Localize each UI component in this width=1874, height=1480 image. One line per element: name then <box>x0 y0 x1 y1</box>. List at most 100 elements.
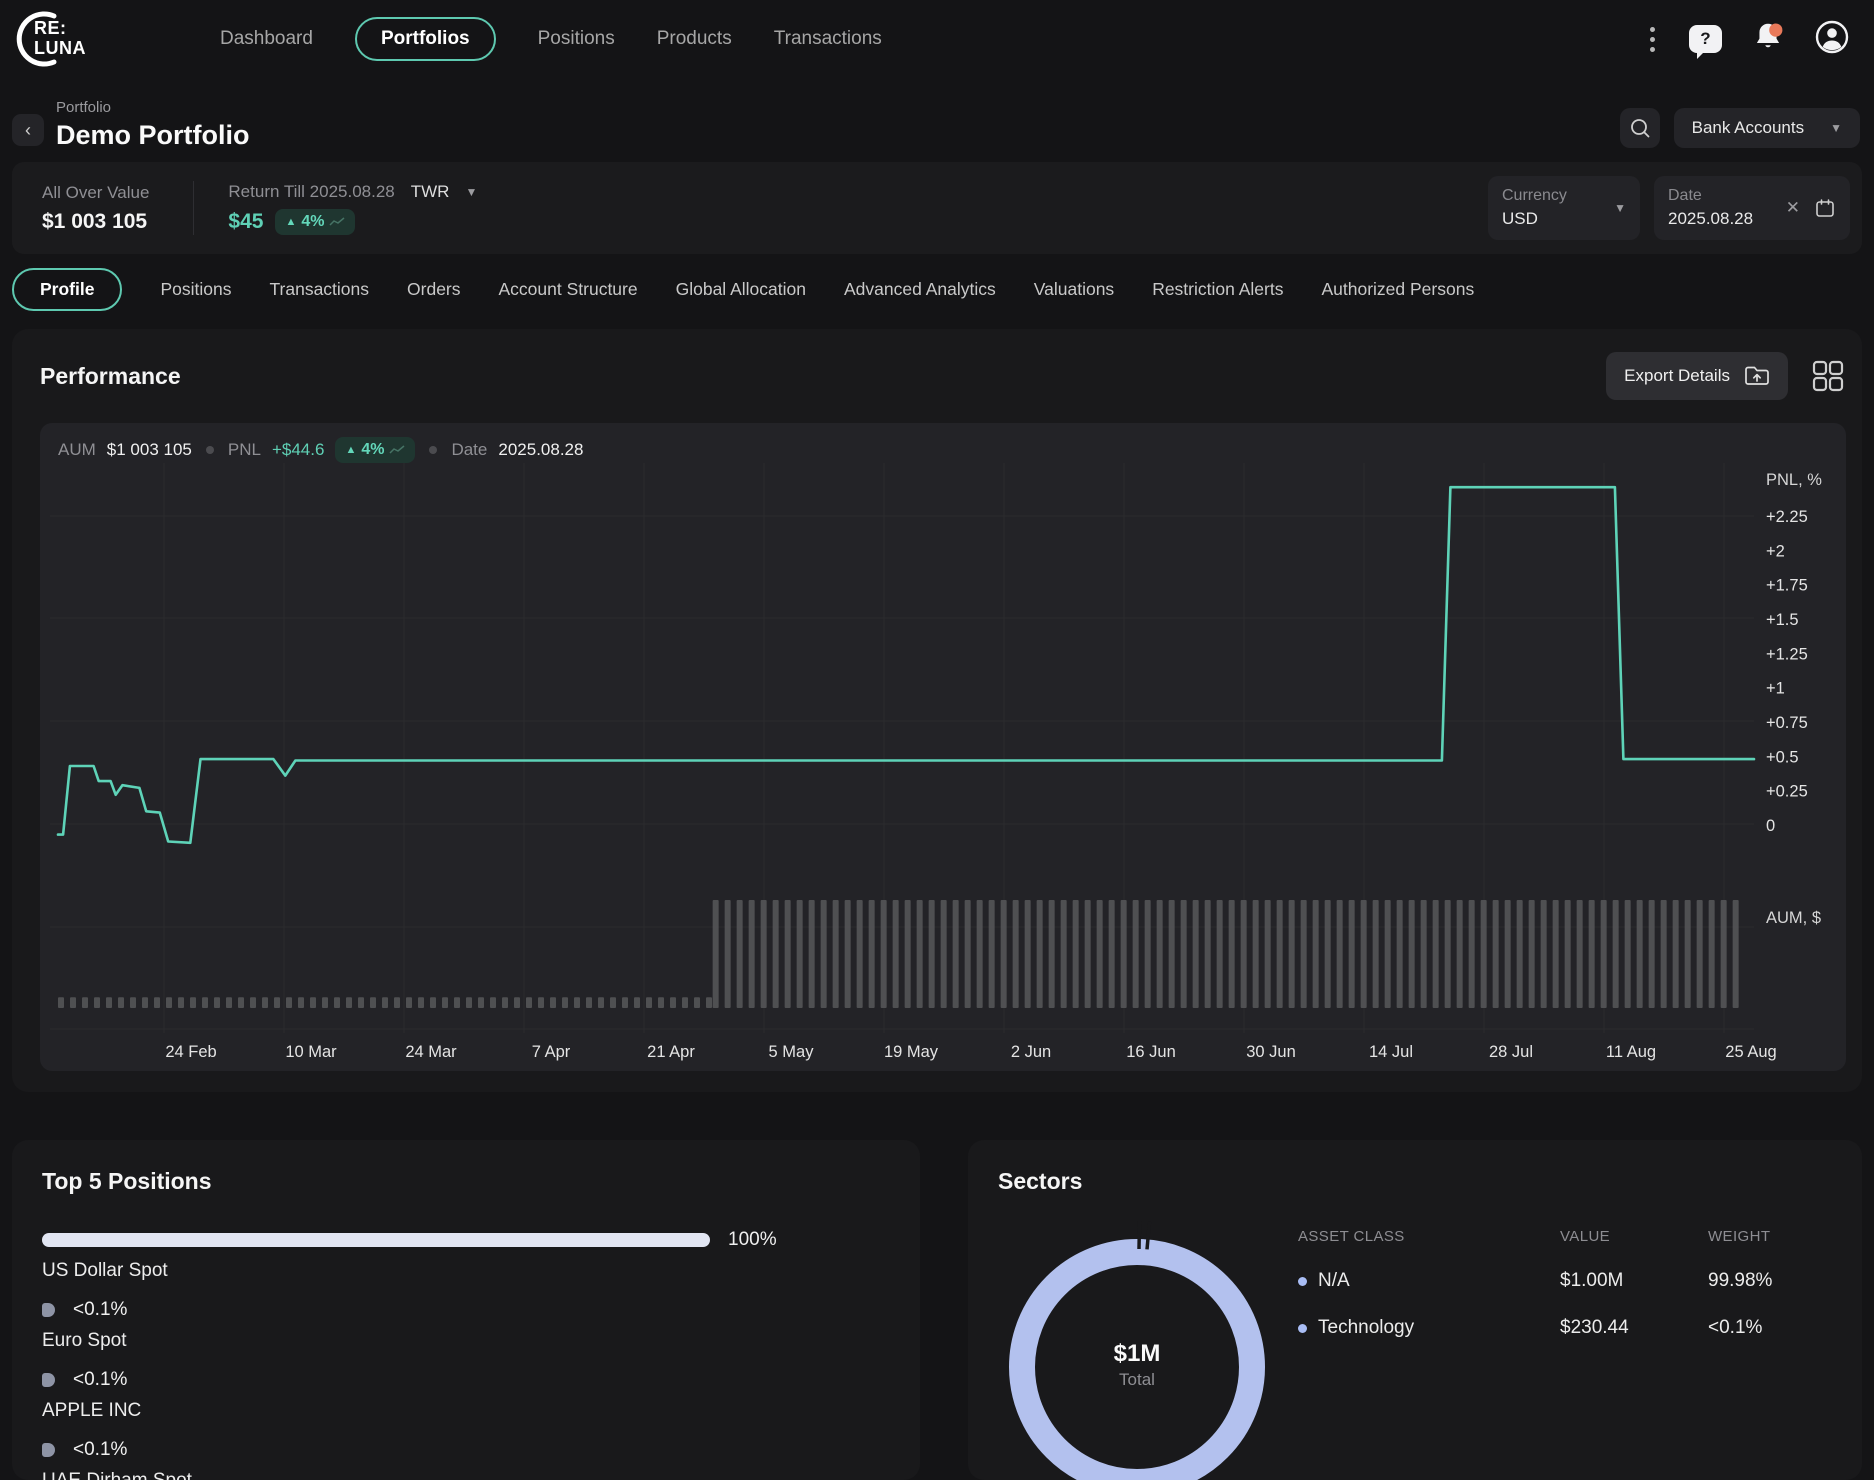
legend-pnl-value: +$44.6 <box>272 440 324 460</box>
bank-accounts-dropdown[interactable]: Bank Accounts ▼ <box>1674 108 1860 148</box>
legend-date-label: Date <box>451 440 487 460</box>
breadcrumb: Portfolio <box>56 99 250 116</box>
back-button[interactable]: ‹ <box>12 114 44 146</box>
tab-valuations[interactable]: Valuations <box>1034 279 1114 300</box>
nav-item-positions[interactable]: Positions <box>538 28 615 50</box>
dashboard-grid-icon[interactable] <box>1810 358 1846 394</box>
svg-text:+2.25: +2.25 <box>1766 508 1808 526</box>
svg-text:16 Jun: 16 Jun <box>1126 1043 1176 1061</box>
chart-legend: AUM $1 003 105 PNL +$44.6 ▲ 4% Date 2025… <box>58 437 583 463</box>
chevron-down-icon: ▼ <box>1830 121 1842 135</box>
asset-class-dot-icon <box>1298 1324 1307 1333</box>
position-name: UAE Dirham Spot <box>42 1470 890 1480</box>
svg-text:2 Jun: 2 Jun <box>1011 1043 1051 1061</box>
currency-value: USD <box>1502 209 1567 229</box>
performance-chart: AUM $1 003 105 PNL +$44.6 ▲ 4% Date 2025… <box>40 423 1846 1071</box>
asset-class-dot-icon <box>1298 1277 1307 1286</box>
tab-authorized-persons[interactable]: Authorized Persons <box>1321 279 1474 300</box>
up-arrow-icon: ▲ <box>285 216 296 228</box>
donut-total-caption: Total <box>1077 1370 1197 1390</box>
weight-cell: <0.1% <box>1708 1317 1836 1339</box>
notifications-bell-icon[interactable] <box>1750 19 1786 60</box>
twr-dropdown-icon[interactable]: ▼ <box>465 185 477 199</box>
tab-restriction-alerts[interactable]: Restriction Alerts <box>1152 279 1283 300</box>
breadcrumb-row: ‹ Portfolio Demo Portfolio Bank Accounts… <box>0 78 1874 150</box>
tab-account-structure[interactable]: Account Structure <box>499 279 638 300</box>
svg-text:+1.5: +1.5 <box>1766 611 1799 629</box>
svg-text:28 Jul: 28 Jul <box>1489 1043 1533 1061</box>
position-weight: <0.1% <box>73 1299 127 1321</box>
legend-aum-label: AUM <box>58 440 96 460</box>
position-weight: <0.1% <box>73 1439 127 1461</box>
svg-text:+1: +1 <box>1766 680 1785 698</box>
svg-text:+0.5: +0.5 <box>1766 748 1799 766</box>
export-details-button[interactable]: Export Details <box>1606 352 1788 400</box>
svg-text:14 Jul: 14 Jul <box>1369 1043 1413 1061</box>
top-positions-title: Top 5 Positions <box>42 1168 890 1195</box>
performance-chart-svg[interactable]: PNL, %+2.25+2+1.75+1.5+1.25+1+0.75+0.5+0… <box>40 423 1846 1071</box>
svg-text:24 Mar: 24 Mar <box>405 1043 457 1061</box>
tab-transactions[interactable]: Transactions <box>269 279 369 300</box>
help-icon[interactable]: ? <box>1689 25 1722 53</box>
brand-logo[interactable]: RE: LUNA <box>10 8 128 70</box>
value-cell: $230.44 <box>1560 1317 1708 1339</box>
page-title: Demo Portfolio <box>56 120 250 150</box>
legend-date-value: 2025.08.28 <box>498 440 583 460</box>
svg-text:+1.25: +1.25 <box>1766 645 1808 663</box>
nav-item-products[interactable]: Products <box>657 28 732 50</box>
svg-text:11 Aug: 11 Aug <box>1606 1043 1656 1061</box>
clear-date-icon[interactable]: ✕ <box>1786 198 1800 218</box>
svg-text:PNL, %: PNL, % <box>1766 471 1822 489</box>
search-button[interactable] <box>1620 108 1660 148</box>
user-avatar[interactable] <box>1814 19 1850 60</box>
mini-sparkline-icon <box>329 217 345 227</box>
position-item: <0.1%Euro Spot <box>42 1299 890 1352</box>
tab-orders[interactable]: Orders <box>407 279 460 300</box>
svg-text:10 Mar: 10 Mar <box>285 1043 337 1061</box>
legend-pnl-label: PNL <box>228 440 261 460</box>
svg-text:AUM, $: AUM, $ <box>1766 909 1821 927</box>
tab-advanced-analytics[interactable]: Advanced Analytics <box>844 279 996 300</box>
nav-item-dashboard[interactable]: Dashboard <box>220 28 313 50</box>
stats-bar: All Over Value $1 003 105 Return Till 20… <box>12 162 1862 254</box>
position-weight: <0.1% <box>73 1369 127 1391</box>
currency-selector[interactable]: Currency USD ▼ <box>1488 176 1640 240</box>
all-over-value-label: All Over Value <box>42 183 149 203</box>
position-weight-bar <box>42 1233 710 1247</box>
tab-positions[interactable]: Positions <box>160 279 231 300</box>
date-value: 2025.08.28 <box>1668 209 1753 229</box>
tab-global-allocation[interactable]: Global Allocation <box>676 279 806 300</box>
svg-text:+0.25: +0.25 <box>1766 783 1808 801</box>
position-name: US Dollar Spot <box>42 1260 890 1282</box>
svg-text:21 Apr: 21 Apr <box>647 1043 695 1061</box>
position-name: APPLE INC <box>42 1400 890 1422</box>
main-nav: Dashboard Portfolios Positions Products Tran… <box>220 17 882 61</box>
svg-text:24 Feb: 24 Feb <box>165 1043 216 1061</box>
svg-text:25 Aug: 25 Aug <box>1725 1043 1776 1061</box>
svg-text:+0.75: +0.75 <box>1766 714 1808 732</box>
more-menu-icon[interactable] <box>1644 23 1661 56</box>
sectors-column-header: WEIGHT <box>1708 1228 1836 1245</box>
return-value: $45 <box>228 210 263 234</box>
nav-item-transactions[interactable]: Transactions <box>774 28 882 50</box>
position-weight-bar <box>42 1373 55 1387</box>
position-weight: 100% <box>728 1229 777 1251</box>
sectors-card: Sectors $1M Total ASSET CLASSVALUEWEIGHT… <box>968 1140 1862 1480</box>
date-picker[interactable]: Date 2025.08.28 ✕ <box>1654 176 1850 240</box>
tab-profile[interactable]: Profile <box>12 268 122 311</box>
calendar-icon[interactable] <box>1814 197 1836 219</box>
position-weight-bar <box>42 1443 55 1457</box>
return-change-badge: ▲ 4% <box>275 209 355 235</box>
legend-separator-dot <box>429 446 437 454</box>
donut-center-label: $1M Total <box>1077 1340 1197 1390</box>
svg-text:0: 0 <box>1766 817 1775 835</box>
position-item: <0.1% UAE Dirham Spot <box>42 1439 890 1480</box>
mini-sparkline-icon <box>389 445 405 455</box>
svg-text:5 May: 5 May <box>769 1043 815 1061</box>
nav-item-portfolios[interactable]: Portfolios <box>355 17 496 61</box>
top-positions-list: 100%US Dollar Spot<0.1%Euro Spot<0.1%APP… <box>42 1229 890 1480</box>
sectors-column-header: ASSET CLASS <box>1298 1228 1560 1245</box>
return-method: TWR <box>411 182 450 202</box>
sectors-table: ASSET CLASSVALUEWEIGHTN/A$1.00M99.98%Tec… <box>1298 1228 1836 1339</box>
all-over-value: $1 003 105 <box>42 210 147 234</box>
